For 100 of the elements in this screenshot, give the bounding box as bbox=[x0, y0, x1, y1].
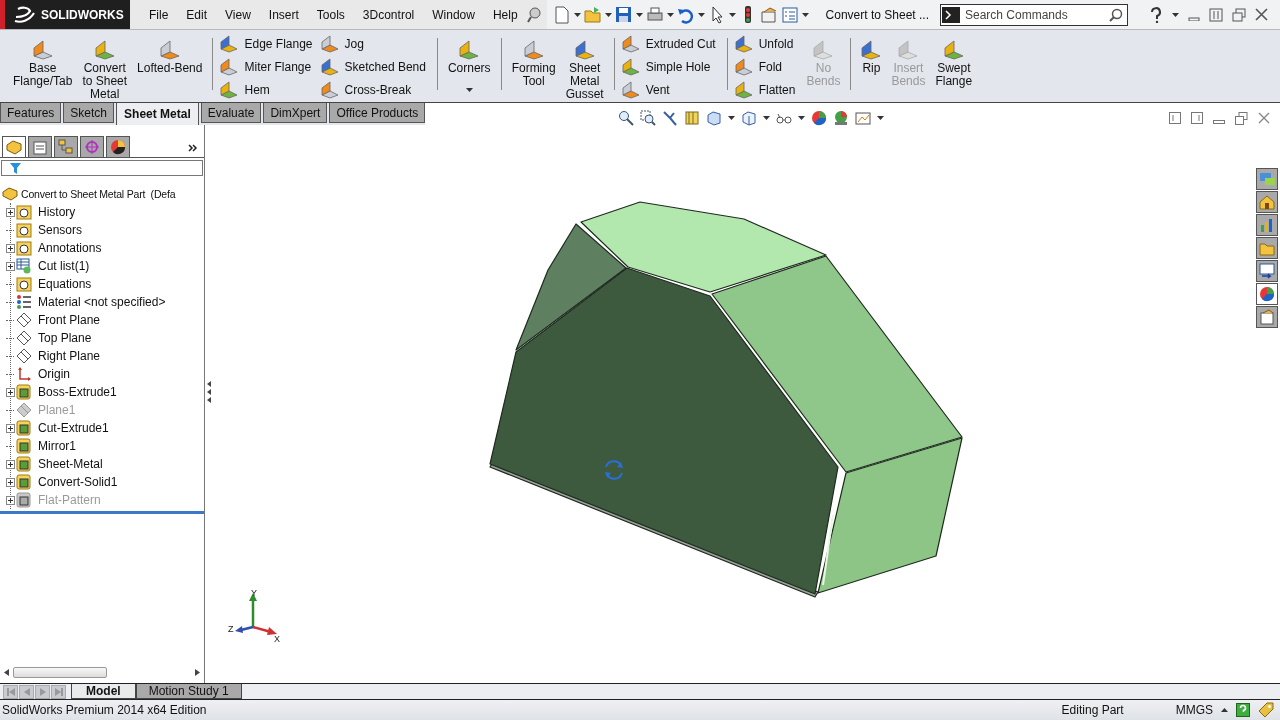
menu-item[interactable]: Window bbox=[423, 4, 484, 25]
checklist-icon[interactable] bbox=[780, 5, 799, 24]
filter-field[interactable] bbox=[1, 160, 203, 176]
menu-item[interactable]: Insert bbox=[259, 4, 308, 25]
task-pane-tab[interactable] bbox=[1256, 237, 1278, 259]
next-button[interactable] bbox=[35, 684, 50, 699]
model-tab[interactable]: Motion Study 1 bbox=[135, 684, 242, 699]
caret-icon[interactable] bbox=[801, 12, 809, 17]
filter-icon[interactable] bbox=[10, 162, 21, 174]
command-tab[interactable]: Sketch bbox=[63, 103, 115, 123]
save-icon[interactable] bbox=[614, 5, 633, 24]
caret-icon[interactable] bbox=[728, 116, 736, 120]
caret-icon[interactable] bbox=[465, 88, 473, 92]
menu-item[interactable]: Tools bbox=[307, 4, 354, 25]
tree-root[interactable]: Convert to Sheet Metal Part (Defa bbox=[21, 188, 176, 200]
first-button[interactable] bbox=[3, 684, 18, 699]
ribbon-button[interactable]: Flatten bbox=[732, 78, 802, 101]
panel-tab[interactable] bbox=[106, 136, 130, 157]
expand-icon[interactable] bbox=[6, 387, 15, 397]
folded-plate-icon[interactable] bbox=[621, 57, 640, 76]
tree-item[interactable]: Boss-Extrude1 bbox=[38, 385, 117, 399]
command-tab[interactable]: DimXpert bbox=[263, 103, 328, 123]
tree-item[interactable]: Material <not specified> bbox=[38, 295, 166, 309]
folded-plate-icon[interactable] bbox=[621, 80, 640, 99]
up-caret-icon[interactable] bbox=[1221, 708, 1228, 712]
ribbon-button[interactable]: Swept Flange bbox=[930, 30, 978, 100]
expand-icon[interactable] bbox=[6, 477, 15, 487]
help-icon[interactable] bbox=[1149, 6, 1163, 23]
command-tab[interactable]: Office Products bbox=[329, 103, 426, 123]
tree-item[interactable]: Convert-Solid1 bbox=[38, 475, 118, 489]
menu-item[interactable]: Help bbox=[483, 4, 527, 25]
expand-icon[interactable] bbox=[6, 495, 15, 505]
tree-item[interactable]: History bbox=[38, 205, 76, 219]
ribbon-button[interactable]: Base Flange/Tab bbox=[8, 30, 78, 100]
restore-icon[interactable] bbox=[1232, 7, 1246, 22]
section-view-icon[interactable] bbox=[684, 110, 701, 126]
task-pane-tab[interactable] bbox=[1256, 191, 1278, 213]
ribbon-button[interactable]: Miter Flange bbox=[218, 55, 319, 78]
folded-plate-icon[interactable] bbox=[734, 57, 753, 76]
restore-icon[interactable] bbox=[1235, 111, 1248, 125]
panel-tab[interactable] bbox=[28, 136, 52, 157]
expand-icon[interactable] bbox=[6, 459, 15, 469]
task-pane-tab[interactable] bbox=[1256, 283, 1278, 305]
menu-item[interactable]: View bbox=[216, 4, 260, 25]
close-icon[interactable] bbox=[1258, 112, 1270, 124]
caret-icon[interactable] bbox=[1172, 12, 1179, 17]
folded-plate-icon[interactable] bbox=[320, 80, 339, 99]
scroll-right-icon[interactable] bbox=[195, 669, 200, 676]
ribbon-button[interactable]: Jog bbox=[318, 32, 432, 55]
folded-plate-icon[interactable] bbox=[220, 57, 239, 76]
folded-plate-icon[interactable] bbox=[523, 40, 544, 60]
command-tab[interactable]: Features bbox=[0, 103, 62, 123]
tree-item[interactable]: Sensors bbox=[38, 223, 83, 237]
expand-icon[interactable] bbox=[6, 207, 15, 217]
panel-tab[interactable] bbox=[2, 136, 26, 157]
panel-tab[interactable] bbox=[54, 136, 78, 157]
task-pane-tab[interactable] bbox=[1256, 306, 1278, 328]
previous-view-icon[interactable] bbox=[662, 110, 679, 126]
printer-icon[interactable] bbox=[645, 5, 664, 24]
folded-plate-icon[interactable] bbox=[320, 57, 339, 76]
ribbon-button[interactable]: Convert to Sheet Metal bbox=[77, 30, 133, 100]
previous-button[interactable] bbox=[19, 684, 34, 699]
task-pane-tab[interactable] bbox=[1256, 260, 1278, 282]
command-tab[interactable]: Evaluate bbox=[200, 103, 262, 123]
zoom-area-icon[interactable] bbox=[640, 110, 657, 126]
ribbon-button[interactable]: Fold bbox=[732, 55, 802, 78]
tree-item[interactable]: Origin bbox=[38, 367, 70, 381]
ribbon-button[interactable]: Hem bbox=[218, 78, 319, 101]
folded-plate-icon[interactable] bbox=[943, 40, 964, 60]
ribbon-button[interactable]: Edge Flange bbox=[218, 32, 319, 55]
last-button[interactable] bbox=[51, 684, 66, 699]
ribbon-button[interactable]: Sketched Bend bbox=[318, 55, 432, 78]
folded-plate-icon[interactable] bbox=[734, 34, 753, 53]
menu-item[interactable]: Edit bbox=[177, 4, 217, 25]
ribbon-button[interactable]: Unfold bbox=[732, 32, 802, 55]
caret-icon[interactable] bbox=[798, 116, 806, 120]
ribbon-button[interactable]: Vent bbox=[619, 78, 722, 101]
expand-icon[interactable] bbox=[6, 243, 15, 253]
unit-system[interactable]: MMGS bbox=[1175, 703, 1213, 717]
folded-plate-icon[interactable] bbox=[94, 40, 115, 60]
folded-plate-icon[interactable] bbox=[459, 40, 480, 60]
display-style-icon[interactable] bbox=[741, 110, 758, 126]
folded-plate-icon[interactable] bbox=[734, 80, 753, 99]
ribbon-button[interactable]: Cross-Break bbox=[318, 78, 432, 101]
folded-plate-icon[interactable] bbox=[220, 34, 239, 53]
caret-icon[interactable] bbox=[697, 12, 705, 17]
folded-plate-icon[interactable] bbox=[320, 34, 339, 53]
folded-plate-icon[interactable] bbox=[159, 40, 180, 60]
menu-item[interactable]: File bbox=[140, 4, 178, 25]
caret-icon[interactable] bbox=[635, 12, 643, 17]
ribbon-button[interactable]: Rip bbox=[856, 30, 887, 100]
pin-icon[interactable] bbox=[526, 6, 541, 23]
model-tab[interactable]: Model bbox=[71, 684, 136, 699]
tree-item[interactable]: Sheet-Metal bbox=[38, 457, 103, 471]
tree-item[interactable]: Annotations bbox=[38, 241, 102, 255]
folded-plate-icon[interactable] bbox=[574, 40, 595, 60]
menu-item[interactable]: 3Dcontrol bbox=[353, 4, 424, 25]
folded-plate-icon[interactable] bbox=[32, 40, 53, 60]
ribbon-button[interactable]: Corners bbox=[442, 30, 496, 100]
ribbon-button[interactable]: Simple Hole bbox=[619, 55, 722, 78]
